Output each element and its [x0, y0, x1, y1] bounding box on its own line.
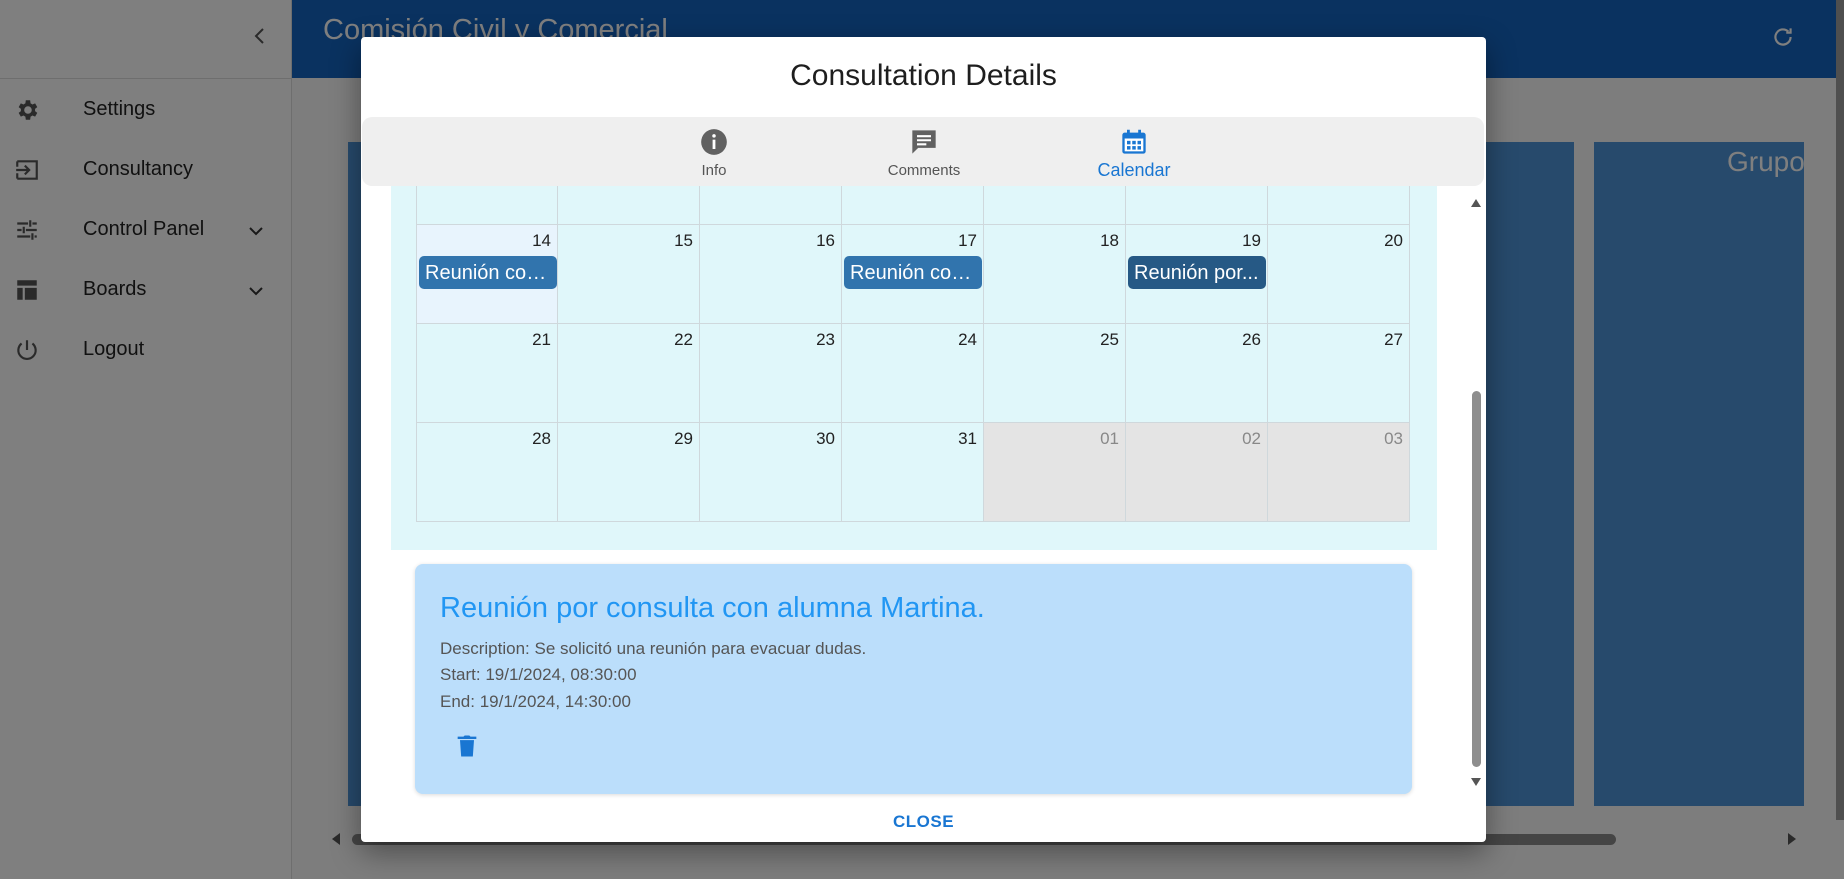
calendar-event[interactable]: Reunión con...: [419, 256, 557, 289]
calendar-day[interactable]: 22: [558, 324, 700, 423]
calendar-day[interactable]: [558, 186, 700, 225]
day-number[interactable]: 01: [1100, 429, 1119, 449]
calendar-day[interactable]: [700, 186, 842, 225]
calendar-day[interactable]: [1268, 186, 1410, 225]
dialog-content: 14 Reunión con... 15 16 17 Reunión con..…: [391, 186, 1466, 816]
event-title: Reunión por consulta con alumna Martina.: [440, 592, 985, 624]
day-number[interactable]: 29: [674, 429, 693, 449]
day-number[interactable]: 17: [958, 231, 977, 251]
calendar-day[interactable]: 20: [1268, 225, 1410, 324]
day-number[interactable]: 31: [958, 429, 977, 449]
calendar-day[interactable]: 21: [416, 324, 558, 423]
day-number[interactable]: 18: [1100, 231, 1119, 251]
calendar-week: 28 29 30 31 01 02 03: [416, 423, 1411, 522]
comment-icon: [912, 130, 936, 154]
calendar-day[interactable]: 25: [984, 324, 1126, 423]
calendar-week: 21 22 23 24 25 26 27: [416, 324, 1411, 423]
scroll-up-icon[interactable]: [1470, 197, 1482, 209]
calendar-day[interactable]: [842, 186, 984, 225]
calendar-day[interactable]: 23: [700, 324, 842, 423]
calendar-day[interactable]: [1126, 186, 1268, 225]
calendar-event[interactable]: Reunión con...: [844, 256, 982, 289]
tab-bar: Info Comments Calendar: [362, 117, 1484, 186]
consultation-details-dialog: Consultation Details Info Comments Calen…: [361, 37, 1486, 842]
day-number[interactable]: 27: [1384, 330, 1403, 350]
delete-icon[interactable]: [453, 732, 481, 760]
close-button[interactable]: CLOSE: [841, 806, 1006, 838]
calendar-day-off-range[interactable]: 03: [1268, 423, 1410, 522]
tab-calendar[interactable]: Calendar: [1069, 117, 1199, 186]
calendar-day[interactable]: 19 Reunión por...: [1126, 225, 1268, 324]
tab-info[interactable]: Info: [649, 117, 779, 186]
tab-comments[interactable]: Comments: [859, 117, 989, 186]
calendar-day-off-range[interactable]: 01: [984, 423, 1126, 522]
calendar-day[interactable]: 15: [558, 225, 700, 324]
calendar-day[interactable]: [416, 186, 558, 225]
event-description: Description: Se solicitó una reunión par…: [440, 639, 867, 658]
day-number[interactable]: 03: [1384, 429, 1403, 449]
scroll-down-icon[interactable]: [1470, 776, 1482, 788]
calendar-day[interactable]: 27: [1268, 324, 1410, 423]
event-start: Start: 19/1/2024, 08:30:00: [440, 665, 637, 684]
event-detail-card: Reunión por consulta con alumna Martina.…: [415, 564, 1412, 794]
day-number[interactable]: 23: [816, 330, 835, 350]
calendar-event-selected[interactable]: Reunión por...: [1128, 256, 1266, 289]
day-number[interactable]: 20: [1384, 231, 1403, 251]
calendar-day[interactable]: 18: [984, 225, 1126, 324]
tab-label: Info: [701, 162, 727, 179]
calendar-day[interactable]: 30: [700, 423, 842, 522]
calendar-week: [416, 186, 1411, 225]
day-number[interactable]: 25: [1100, 330, 1119, 350]
calendar-icon: [1122, 129, 1146, 154]
tab-label: Calendar: [1097, 160, 1171, 180]
calendar-day[interactable]: [984, 186, 1126, 225]
day-number[interactable]: 21: [532, 330, 551, 350]
calendar-day-off-range[interactable]: 02: [1126, 423, 1268, 522]
day-number[interactable]: 02: [1242, 429, 1261, 449]
day-number[interactable]: 16: [816, 231, 835, 251]
calendar: 14 Reunión con... 15 16 17 Reunión con..…: [391, 186, 1437, 550]
day-number[interactable]: 28: [532, 429, 551, 449]
calendar-week: 14 Reunión con... 15 16 17 Reunión con..…: [416, 225, 1411, 324]
calendar-day[interactable]: 31: [842, 423, 984, 522]
calendar-day[interactable]: 17 Reunión con...: [842, 225, 984, 324]
calendar-day[interactable]: 29: [558, 423, 700, 522]
day-number[interactable]: 22: [674, 330, 693, 350]
info-icon: [701, 129, 727, 155]
day-number[interactable]: 26: [1242, 330, 1261, 350]
month-grid: 14 Reunión con... 15 16 17 Reunión con..…: [416, 186, 1411, 522]
day-number[interactable]: 30: [816, 429, 835, 449]
calendar-day[interactable]: 24: [842, 324, 984, 423]
calendar-day[interactable]: 26: [1126, 324, 1268, 423]
dialog-vertical-scrollbar[interactable]: [1472, 391, 1481, 767]
event-end: End: 19/1/2024, 14:30:00: [440, 692, 631, 711]
day-number[interactable]: 15: [674, 231, 693, 251]
day-number[interactable]: 24: [958, 330, 977, 350]
calendar-day[interactable]: 28: [416, 423, 558, 522]
tab-label: Comments: [887, 162, 961, 179]
day-number[interactable]: 14: [532, 231, 551, 251]
dialog-title: Consultation Details: [790, 59, 1057, 92]
calendar-day[interactable]: 16: [700, 225, 842, 324]
day-number[interactable]: 19: [1242, 231, 1261, 251]
calendar-day[interactable]: 14 Reunión con...: [416, 225, 558, 324]
